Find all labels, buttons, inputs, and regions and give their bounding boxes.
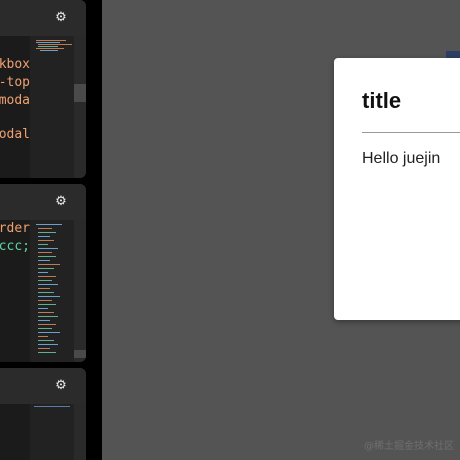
code-area[interactable]: order #ccc; [0,220,30,362]
minimap-line [38,280,52,281]
minimap-line [38,300,52,301]
minimap-line [38,316,58,317]
minimap-line [38,320,50,321]
panel-header: ⚙ [0,0,86,36]
minimap-line [38,352,56,353]
modal-title: title [362,88,402,113]
code-line: #ccc; [0,239,30,254]
minimap-line [38,332,60,333]
app-window: ⚙ kbox -top moda odal ⚙ order #ccc; [0,0,460,460]
scrollbar-thumb[interactable] [74,350,86,358]
minimap-line [38,308,48,309]
minimap-line [38,228,52,229]
code-line: order [0,221,30,236]
editor-panel-js: ⚙ [0,368,86,460]
gear-icon[interactable]: ⚙ [54,379,68,393]
minimap-line [38,252,52,253]
minimap-line [38,348,50,349]
minimap-line [38,256,56,257]
minimap-line [38,244,48,245]
code-line: kbox [0,57,30,72]
gear-icon[interactable]: ⚙ [54,195,68,209]
scrollbar[interactable] [74,220,86,362]
modal-dialog: title Hello juejin [334,58,460,320]
minimap-line [38,340,54,341]
minimap-line [38,268,54,269]
resize-handle[interactable] [86,0,102,460]
minimap-line [38,240,54,241]
minimap-line [36,42,60,43]
minimap-line [38,296,60,297]
minimap-line [38,288,50,289]
minimap-line [36,40,66,41]
editor-panel-css: ⚙ order #ccc; [0,184,86,362]
minimap-line [38,292,54,293]
minimap-line [36,48,64,49]
code-line: moda [0,93,30,108]
minimap-line [38,304,56,305]
minimap-line [38,324,56,325]
watermark: @稀土掘金技术社区 [364,441,454,452]
code-line: odal [0,127,30,142]
minimap[interactable] [30,220,74,362]
minimap-line [38,44,72,45]
minimap-line [38,328,52,329]
code-area[interactable] [0,404,30,460]
minimap-line [38,344,58,345]
minimap-line [38,260,50,261]
minimap-line [38,312,54,313]
editor-panel-html: ⚙ kbox -top moda odal [0,0,86,178]
code-area[interactable]: kbox -top moda odal [0,36,30,178]
minimap-line [38,272,48,273]
preview-area: title Hello juejin @稀土掘金技术社区 [102,0,460,460]
minimap-line [38,264,60,265]
gear-icon[interactable]: ⚙ [54,11,68,25]
minimap-line [40,50,58,51]
minimap-line [38,248,58,249]
minimap[interactable] [30,36,74,178]
minimap-line [38,336,48,337]
modal-divider [362,132,460,133]
minimap-line [38,236,50,237]
panel-header: ⚙ [0,184,86,220]
scrollbar[interactable] [74,36,86,178]
minimap[interactable] [30,404,74,460]
minimap-line [36,224,62,225]
minimap-line [34,406,70,407]
modal-body-text: Hello juejin [362,150,441,167]
scrollbar-thumb[interactable] [74,84,86,102]
scrollbar[interactable] [74,404,86,460]
minimap-line [38,276,56,277]
panel-header: ⚙ [0,368,86,404]
code-line: -top [0,75,30,90]
minimap-line [38,284,58,285]
minimap-line [38,46,58,47]
minimap-line [38,232,56,233]
